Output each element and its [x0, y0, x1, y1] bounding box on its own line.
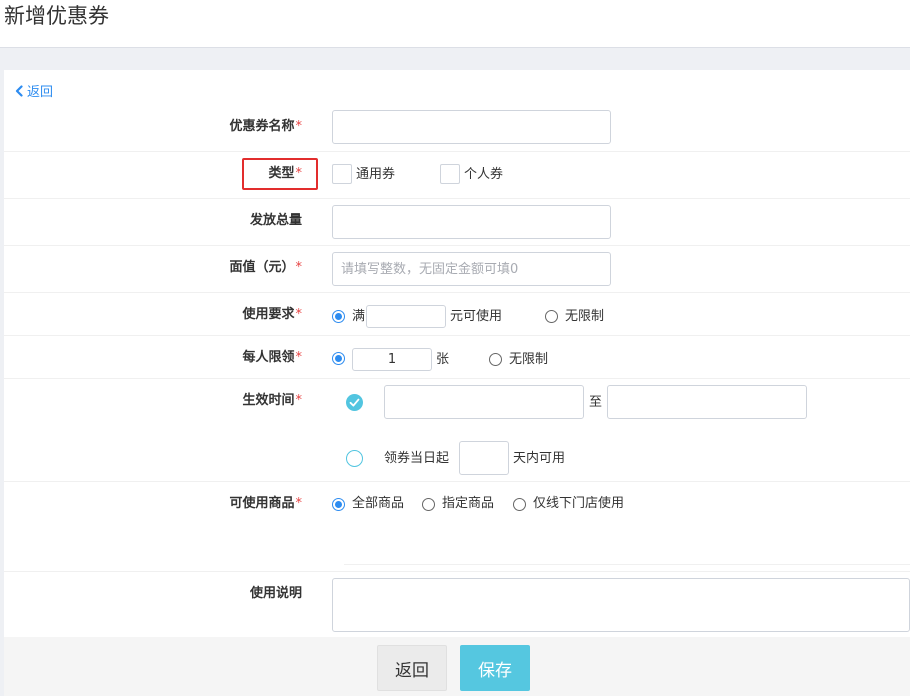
type-label: 类型* [268, 166, 302, 181]
page-header: 新增优惠券 [0, 0, 910, 48]
total-input[interactable] [332, 205, 611, 239]
per-person-unlimited-label: 无限制 [509, 352, 549, 367]
goods-offline-label: 仅线下门店使用 [533, 496, 625, 511]
valid-start-input[interactable] [384, 385, 584, 419]
back-link-label: 返回 [27, 85, 54, 100]
page-title: 新增优惠券 [4, 4, 109, 28]
per-person-input[interactable] [352, 348, 432, 371]
valid-separator: 至 [589, 395, 603, 410]
save-button[interactable]: 保存 [460, 645, 530, 691]
personal-coupon-label: 个人券 [464, 167, 504, 182]
relative-suffix: 天内可用 [513, 451, 566, 466]
total-label: 发放总量 [249, 213, 302, 228]
coupon-name-label: 优惠券名称* [229, 119, 302, 134]
personal-coupon-checkbox[interactable] [440, 164, 460, 184]
relative-days-input[interactable] [459, 441, 509, 475]
valid-time-label: 生效时间* [242, 393, 302, 408]
per-person-label: 每人限领* [242, 350, 302, 365]
usage-suffix: 元可使用 [450, 309, 503, 324]
goods-offline-radio[interactable] [513, 498, 526, 511]
row-divider [4, 151, 910, 152]
row-divider [4, 481, 910, 482]
valid-end-input[interactable] [607, 385, 807, 419]
form-panel: 返回 优惠券名称* 类型* 通用券 个人券 发放总量 面值（元）* 使用要求* … [4, 70, 910, 696]
back-button[interactable]: 返回 [377, 645, 447, 691]
coupon-name-input[interactable] [332, 110, 611, 144]
per-person-unit: 张 [436, 352, 450, 367]
description-textarea[interactable] [332, 578, 910, 632]
row-divider [4, 378, 910, 379]
usage-unlimited-label: 无限制 [565, 309, 605, 324]
row-divider [4, 571, 910, 572]
chevron-left-icon [15, 84, 23, 97]
row-divider [4, 292, 910, 293]
form-footer: 返回 保存 [4, 637, 910, 696]
row-divider [4, 335, 910, 336]
description-label: 使用说明 [249, 586, 302, 601]
valid-range-radio[interactable] [346, 394, 363, 411]
usage-label: 使用要求* [242, 307, 302, 322]
goods-specified-radio[interactable] [422, 498, 435, 511]
goods-all-radio[interactable] [332, 498, 345, 511]
goods-label: 可使用商品* [229, 496, 302, 511]
row-divider [4, 198, 910, 199]
face-value-label: 面值（元）* [229, 260, 302, 275]
back-link[interactable]: 返回 [14, 81, 53, 100]
goods-all-label: 全部商品 [352, 496, 405, 511]
goods-specified-label: 指定商品 [442, 496, 495, 511]
row-divider [4, 245, 910, 246]
usage-unlimited-radio[interactable] [545, 310, 558, 323]
usage-prefix: 满 [352, 309, 366, 324]
usage-amount-input[interactable] [366, 305, 446, 328]
valid-relative-radio[interactable] [346, 450, 363, 467]
general-coupon-checkbox[interactable] [332, 164, 352, 184]
goods-inner-divider [344, 564, 910, 565]
face-value-input[interactable] [332, 252, 611, 286]
check-icon [349, 398, 360, 407]
general-coupon-label: 通用券 [356, 167, 396, 182]
per-person-unlimited-radio[interactable] [489, 353, 502, 366]
relative-prefix: 领券当日起 [384, 451, 450, 466]
per-person-limit-radio[interactable] [332, 352, 345, 365]
usage-threshold-radio[interactable] [332, 310, 345, 323]
